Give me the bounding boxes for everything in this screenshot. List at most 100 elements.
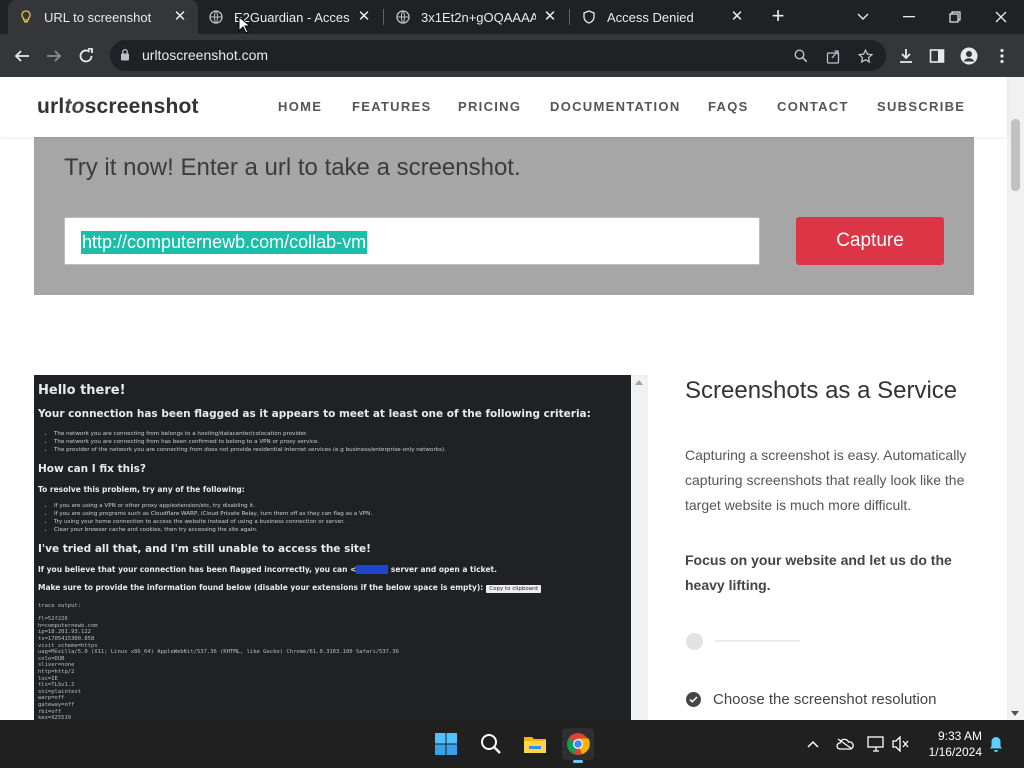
saas-description: Capturing a screenshot is easy. Automati… <box>685 447 967 513</box>
tab-separator <box>383 9 384 25</box>
search-icon[interactable] <box>475 728 507 760</box>
close-tab-icon[interactable]: ✕ <box>172 9 188 25</box>
notification-bell-icon[interactable] <box>986 734 1006 754</box>
close-window-icon[interactable] <box>978 0 1024 34</box>
tab-url-to-screenshot[interactable]: URL to screenshot ✕ <box>8 0 198 34</box>
address-bar[interactable]: urltoscreenshot.com <box>110 40 886 71</box>
shield-icon <box>581 9 597 25</box>
tab-strip: URL to screenshot ✕ E2Guardian - Access … <box>0 0 1024 34</box>
globe-icon <box>208 9 224 25</box>
tab-title: 3x1Et2n+gOQAAAAS <box>421 9 536 25</box>
close-tab-icon[interactable]: ✕ <box>729 9 745 25</box>
nav-home[interactable]: HOME <box>278 99 322 114</box>
slider-track <box>715 640 800 642</box>
preview-heading-hello: Hello there! <box>38 383 126 398</box>
close-tab-icon[interactable]: ✕ <box>542 9 558 25</box>
site-header: urltoscreenshot HOME FEATURES PRICING DO… <box>0 77 1007 137</box>
minimize-icon[interactable] <box>886 0 932 34</box>
windows-start-icon[interactable] <box>430 728 462 760</box>
tab-access-denied[interactable]: Access Denied ✕ <box>571 0 755 34</box>
hero-section: Try it now! Enter a url to take a screen… <box>34 137 974 295</box>
side-panel-icon[interactable] <box>923 42 951 70</box>
browser-toolbar: urltoscreenshot.com <box>0 34 1024 77</box>
tab-separator <box>569 9 570 25</box>
preview-copy-button: Copy to clipboard <box>486 585 541 593</box>
page-scrollbar[interactable] <box>1007 77 1024 720</box>
slider-dot[interactable] <box>686 633 703 650</box>
preview-criteria-list: The network you are connecting from belo… <box>54 430 446 454</box>
globe-icon <box>395 9 411 25</box>
reload-icon[interactable] <box>72 42 100 70</box>
preview-fixes-list: If you are using a VPN or other proxy ap… <box>54 502 372 534</box>
url-input-value: http://computernewb.com/collab-vm <box>81 231 368 254</box>
check-circle-icon <box>686 692 701 707</box>
preview-discord-link: Discord <box>356 565 389 574</box>
chrome-icon[interactable] <box>562 728 594 763</box>
show-hidden-icons-chevron-icon[interactable] <box>803 734 823 754</box>
restore-icon[interactable] <box>932 0 978 34</box>
tab-search-icon[interactable] <box>840 0 886 34</box>
nav-documentation[interactable]: DOCUMENTATION <box>550 99 681 114</box>
close-tab-icon[interactable]: ✕ <box>356 9 372 25</box>
network-icon[interactable] <box>866 734 886 754</box>
preview-heading-tried: I've tried all that, and I'm still unabl… <box>38 543 371 555</box>
file-explorer-icon[interactable] <box>519 728 551 760</box>
tab-e2guardian[interactable]: E2Guardian - Access De ✕ <box>198 0 382 34</box>
saas-bold-text: Focus on your website and let us do the … <box>685 552 952 593</box>
nav-contact[interactable]: CONTACT <box>777 99 849 114</box>
active-indicator <box>573 760 583 763</box>
list-item: Clear your browser cache and cookies, th… <box>54 526 372 534</box>
tab-title: Access Denied <box>607 9 694 25</box>
tab-title: E2Guardian - Access De <box>234 9 350 25</box>
new-tab-button[interactable]: + <box>766 5 790 29</box>
nav-pricing[interactable]: PRICING <box>458 99 521 114</box>
preview-incorrect-text: If you believe that your connection has … <box>38 565 497 574</box>
preview-heading-fix: How can I fix this? <box>38 463 147 475</box>
preview-scrollbar[interactable] <box>631 375 648 720</box>
share-icon[interactable] <box>822 45 844 67</box>
preview-heading-resolve: To resolve this problem, try any of the … <box>38 485 245 494</box>
address-text: urltoscreenshot.com <box>142 47 269 63</box>
bulb-icon <box>18 9 34 25</box>
nav-subscribe[interactable]: SUBSCRIBE <box>877 99 965 114</box>
tab-title: URL to screenshot <box>44 9 152 25</box>
saas-title: Screenshots as a Service <box>685 377 958 404</box>
volume-muted-icon[interactable] <box>891 734 911 754</box>
capture-button[interactable]: Capture <box>796 217 944 265</box>
scroll-down-arrow-icon[interactable] <box>1011 711 1019 716</box>
preview-provide-text: Make sure to provide the information fou… <box>38 583 541 593</box>
onedrive-icon[interactable] <box>835 734 855 754</box>
bookmark-star-icon[interactable] <box>854 45 876 67</box>
nav-faqs[interactable]: FAQS <box>708 99 749 114</box>
list-item: Try using your home connection to access… <box>54 518 372 526</box>
list-item: The network you are connecting from has … <box>54 438 446 446</box>
clock-time: 9:33 AM <box>937 729 982 743</box>
screenshot-preview: Hello there! Your connection has been fl… <box>34 375 631 720</box>
preview-trace-output: trace output: fl=52f226 h=computernewb.c… <box>38 603 399 720</box>
site-logo[interactable]: urltoscreenshot <box>37 95 199 119</box>
forward-icon[interactable] <box>40 42 68 70</box>
back-icon[interactable] <box>8 42 36 70</box>
scroll-up-arrow-icon[interactable] <box>635 380 643 385</box>
clock-date: 1/16/2024 <box>928 745 982 759</box>
scrollbar-thumb[interactable] <box>1011 119 1020 191</box>
feature-label: Choose the screenshot resolution <box>713 691 937 708</box>
hero-heading: Try it now! Enter a url to take a screen… <box>64 154 521 181</box>
nav-features[interactable]: FEATURES <box>352 99 432 114</box>
list-item: If you are using programs such as Cloudf… <box>54 510 372 518</box>
preview-heading-flagged: Your connection has been flagged as it a… <box>38 408 591 420</box>
windows-taskbar: 9:33 AM 1/16/2024 <box>0 720 1024 768</box>
list-item: If you are using a VPN or other proxy ap… <box>54 502 372 510</box>
lock-icon <box>120 48 130 66</box>
tab-3x1et2n[interactable]: 3x1Et2n+gOQAAAAS ✕ <box>385 0 568 34</box>
profile-icon[interactable] <box>955 42 983 70</box>
download-icon[interactable] <box>892 42 920 70</box>
menu-kebab-icon[interactable] <box>988 42 1016 70</box>
zoom-search-icon[interactable] <box>790 45 812 67</box>
taskbar-clock[interactable]: 9:33 AM 1/16/2024 <box>920 728 982 760</box>
list-item: The provider of the network you are conn… <box>54 446 446 454</box>
list-item: The network you are connecting from belo… <box>54 430 446 438</box>
page-viewport: urltoscreenshot HOME FEATURES PRICING DO… <box>0 77 1024 720</box>
feature-item: Choose the screenshot resolution <box>686 691 936 708</box>
url-input[interactable]: http://computernewb.com/collab-vm <box>64 217 760 265</box>
